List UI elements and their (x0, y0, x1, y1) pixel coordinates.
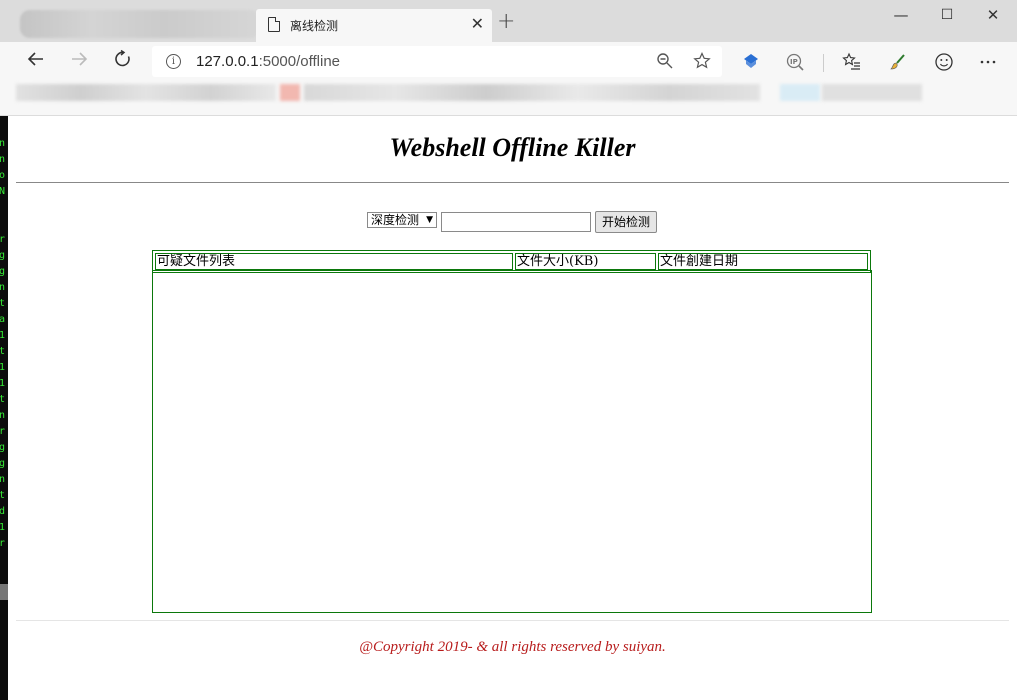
terminal-text: nnoN rggnta1t11tnrggntd1r (0, 116, 8, 552)
terminal-line: n (0, 282, 6, 293)
ip-extension-icon[interactable]: IP (785, 52, 805, 72)
terminal-line: n (0, 138, 6, 149)
terminal-line: g (0, 250, 6, 261)
brush-extension-icon[interactable] (888, 52, 908, 72)
forward-arrow-icon[interactable] (66, 49, 92, 75)
scan-mode-selected-value: 深度检测 (371, 213, 420, 227)
toolbar-divider (823, 54, 824, 72)
scan-mode-select[interactable]: 深度检测 ▼ (367, 212, 437, 228)
column-header-file-size: 文件大小(KB) (515, 253, 656, 270)
terminal-scrollbar[interactable] (0, 584, 8, 600)
column-header-created-date: 文件創建日期 (658, 253, 868, 270)
terminal-line: r (0, 426, 6, 437)
address-bar[interactable]: i 127.0.0.1:5000/offline (152, 46, 722, 77)
column-header-suspicious-files: 可疑文件列表 (155, 253, 513, 270)
terminal-line: t (0, 346, 6, 357)
star-icon[interactable] (693, 52, 711, 74)
page-content: Webshell Offline Killer 深度检测 ▼ 开始检测 可疑文件… (8, 117, 1017, 700)
blurred-bookmarks[interactable] (304, 84, 760, 101)
terminal-line: g (0, 266, 6, 277)
terminal-line: r (0, 234, 6, 245)
more-icon[interactable] (978, 52, 998, 72)
minimize-button[interactable]: — (886, 6, 916, 26)
copyright-footer: @Copyright 2019- & all rights reserved b… (359, 639, 666, 655)
terminal-line: d (0, 506, 6, 517)
maximize-button[interactable]: ☐ (932, 6, 962, 26)
bookmarks-bar (0, 82, 1017, 116)
info-icon[interactable]: i (166, 54, 181, 69)
terminal-line: n (0, 154, 6, 165)
background-terminal-window: nnoN rggnta1t11tnrggntd1r (0, 116, 8, 700)
zoom-icon[interactable] (656, 52, 674, 74)
scan-path-input[interactable] (441, 212, 591, 232)
url-text[interactable]: 127.0.0.1:5000/offline (196, 53, 340, 70)
terminal-line: 1 (0, 330, 6, 341)
extension-shield-icon[interactable] (741, 52, 761, 72)
terminal-line: n (0, 474, 6, 485)
blurred-tab[interactable] (20, 10, 260, 38)
terminal-line: 1 (0, 522, 6, 533)
tab-strip: 离线检测 ✕ + — ☐ ✕ (0, 0, 1017, 42)
terminal-line: t (0, 394, 6, 405)
back-arrow-icon[interactable] (23, 49, 49, 75)
table-header-row: 可疑文件列表 文件大小(KB) 文件創建日期 (155, 253, 868, 270)
blurred-bookmark[interactable] (280, 84, 300, 101)
results-list-area (152, 270, 872, 613)
blurred-bookmarks[interactable] (16, 84, 276, 101)
terminal-line: r (0, 538, 6, 549)
tab-close-icon[interactable]: ✕ (471, 15, 484, 33)
refresh-icon[interactable] (110, 49, 136, 75)
terminal-line: g (0, 458, 6, 469)
terminal-line: N (0, 186, 6, 197)
terminal-line: n (0, 410, 6, 421)
new-tab-button[interactable]: + (497, 11, 515, 33)
page-title: Webshell Offline Killer (389, 133, 636, 162)
terminal-line: g (0, 442, 6, 453)
tab-title: 离线检测 (290, 19, 339, 33)
smiley-icon[interactable] (934, 52, 954, 72)
dropdown-arrow-icon: ▼ (426, 215, 433, 225)
footer-divider (16, 620, 1009, 621)
start-scan-button[interactable]: 开始检测 (595, 211, 657, 233)
browser-toolbar: i 127.0.0.1:5000/offline IP (0, 42, 1017, 82)
favorites-icon[interactable] (842, 52, 862, 72)
blurred-bookmark[interactable] (822, 84, 922, 101)
browser-window: 离线检测 ✕ + — ☐ ✕ i 127.0.0.1:5000/offline (0, 0, 1017, 700)
blurred-bookmark[interactable] (780, 84, 820, 101)
terminal-line: 1 (0, 378, 6, 389)
terminal-line: t (0, 298, 6, 309)
terminal-line: 1 (0, 362, 6, 373)
window-close-button[interactable]: ✕ (978, 6, 1008, 26)
terminal-line: t (0, 490, 6, 501)
terminal-line: a (0, 314, 6, 325)
title-divider (16, 182, 1009, 183)
terminal-line: o (0, 170, 6, 181)
svg-text:IP: IP (790, 58, 798, 66)
active-tab[interactable]: 离线检测 ✕ (256, 9, 492, 42)
page-icon (268, 17, 280, 32)
